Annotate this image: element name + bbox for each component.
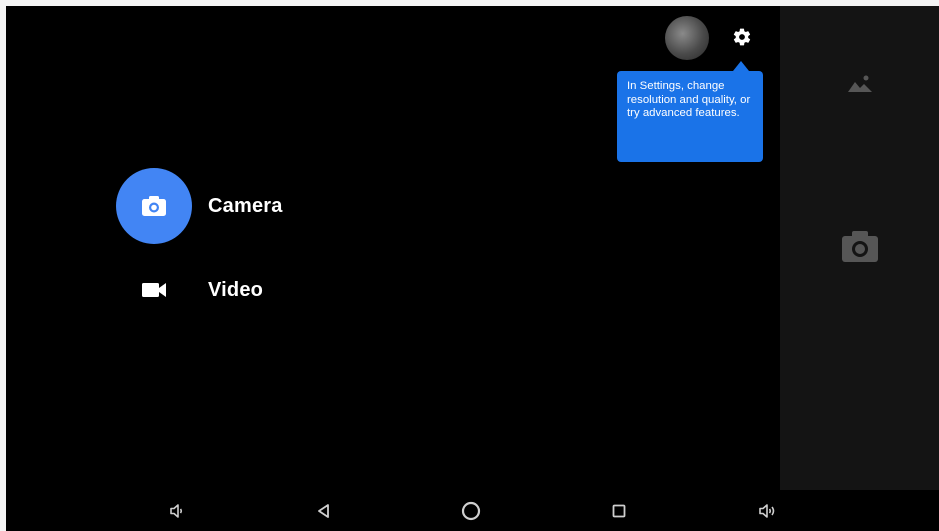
back-button[interactable] (313, 500, 335, 522)
settings-tooltip[interactable]: In Settings, change resolution and quali… (617, 71, 763, 162)
video-mode-label: Video (208, 278, 264, 301)
mode-video[interactable]: Video (116, 252, 263, 328)
camera-mode-label: Camera (208, 194, 283, 217)
camera-shutter-icon[interactable] (840, 230, 880, 264)
tooltip-text: In Settings, change resolution and quali… (627, 80, 751, 119)
back-icon (318, 504, 329, 518)
home-button[interactable] (460, 500, 482, 522)
mode-camera[interactable]: Camera (116, 168, 283, 244)
side-panel (780, 6, 939, 490)
volume-up-icon (759, 504, 775, 518)
volume-up-button[interactable] (757, 500, 779, 522)
volume-down-button[interactable] (166, 500, 188, 522)
home-icon (461, 501, 481, 521)
gear-icon (733, 28, 751, 46)
navigation-bar (6, 490, 939, 531)
videocam-icon (142, 283, 166, 297)
camera-mode-icon-bg (116, 168, 192, 244)
tooltip-arrow (733, 61, 749, 71)
camera-app-screen: Camera Video In Settings, change resolut… (6, 6, 939, 531)
gallery-thumbnail[interactable] (665, 16, 709, 60)
video-mode-icon-bg (116, 252, 192, 328)
camera-icon (142, 196, 166, 216)
recents-button[interactable] (608, 500, 630, 522)
volume-down-icon (170, 504, 183, 518)
recents-icon (612, 504, 626, 518)
settings-button[interactable] (727, 22, 757, 52)
photo-icon (847, 75, 872, 92)
